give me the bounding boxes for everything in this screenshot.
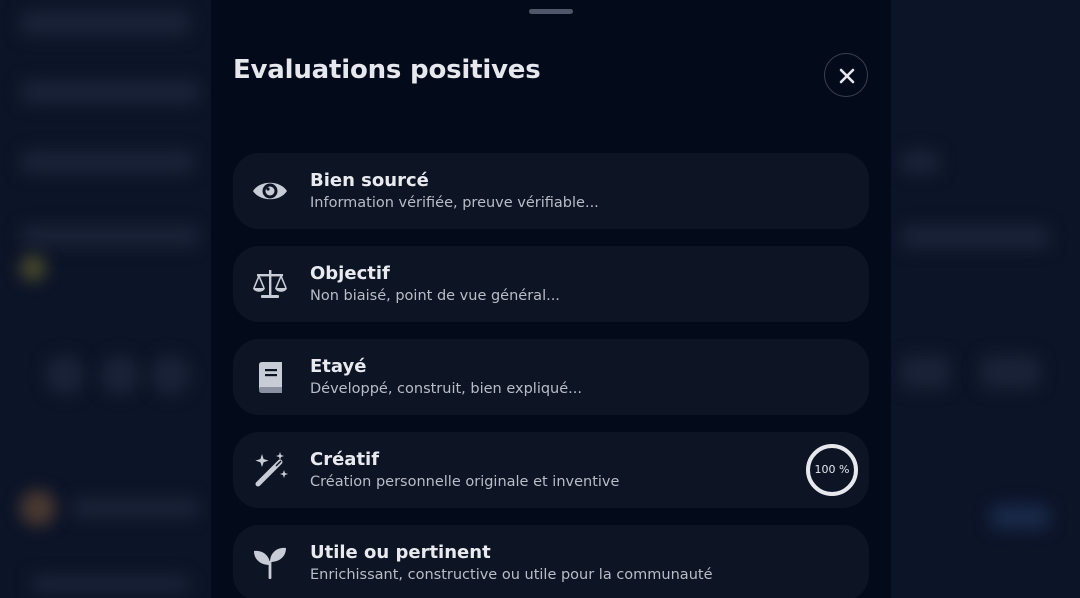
book-icon — [259, 362, 282, 393]
evaluation-description: Enrichissant, constructive ou utile pour… — [310, 567, 713, 583]
evaluation-item-objectif[interactable]: Objectif Non biaisé, point de vue généra… — [233, 246, 869, 322]
close-button[interactable] — [824, 53, 868, 97]
scale-icon — [253, 270, 287, 298]
sheet-title: Evaluations positives — [233, 55, 541, 85]
progress-value: 100 % — [814, 463, 850, 476]
evaluation-description: Développé, construit, bien expliqué... — [310, 381, 582, 397]
evaluation-item-creatif[interactable]: Créatif Création personnelle originale e… — [233, 432, 869, 508]
evaluation-label: Créatif — [310, 449, 380, 470]
evaluation-item-etaye[interactable]: Etayé Développé, construit, bien expliqu… — [233, 339, 869, 415]
evaluation-description: Non biaisé, point de vue général... — [310, 288, 560, 304]
evaluation-label: Bien sourcé — [310, 170, 429, 191]
evaluation-item-utile[interactable]: Utile ou pertinent Enrichissant, constru… — [233, 525, 869, 598]
sprout-icon — [254, 547, 286, 579]
evaluation-description: Création personnelle originale et invent… — [310, 474, 620, 490]
drag-handle[interactable] — [529, 9, 573, 14]
evaluation-label: Utile ou pertinent — [310, 542, 491, 563]
magic-wand-icon — [255, 452, 288, 487]
evaluation-list: Bien sourcé Information vérifiée, preuve… — [233, 153, 869, 598]
eye-icon — [253, 182, 287, 200]
evaluation-description: Information vérifiée, preuve vérifiable.… — [310, 195, 599, 211]
progress-ring: 100 % — [804, 442, 860, 498]
evaluations-sheet: Evaluations positives Bien sourcé Inform… — [211, 0, 891, 598]
evaluation-item-bien-source[interactable]: Bien sourcé Information vérifiée, preuve… — [233, 153, 869, 229]
close-icon — [839, 68, 855, 84]
evaluation-label: Objectif — [310, 263, 390, 284]
evaluation-label: Etayé — [310, 356, 367, 377]
